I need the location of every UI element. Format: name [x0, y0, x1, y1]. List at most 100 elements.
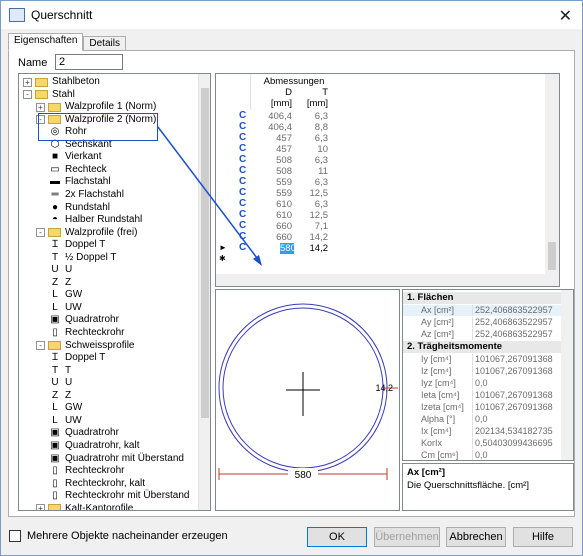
- property-section-header[interactable]: 2. Trägheitsmomente: [403, 341, 561, 353]
- tab-eigenschaften[interactable]: Eigenschaften: [8, 33, 84, 51]
- tree-item[interactable]: ▣ Quadratrohr, kalt: [49, 440, 139, 452]
- cell-t[interactable]: 6,3: [296, 133, 328, 144]
- tree-item[interactable]: T ½ Doppel T: [49, 252, 117, 264]
- table-row[interactable]: C 508 11: [216, 165, 556, 177]
- tree-item[interactable]: ▣ Quadratrohr mit Überstand: [49, 453, 184, 465]
- properties-grid[interactable]: 1. Flächen Ax [cm²] 252,406863522957 Ay [cm…: [402, 289, 574, 461]
- property-row[interactable]: Cm [cm⁶] 0,0: [403, 450, 561, 460]
- tree-item[interactable]: ═ 2x Flachstahl: [49, 189, 123, 201]
- table-row[interactable]: ► C 580 14,2: [216, 242, 556, 254]
- ok-button[interactable]: OK: [307, 527, 367, 547]
- property-row[interactable]: Ax [cm²] 252,406863522957: [403, 305, 561, 316]
- cell-d[interactable]: 559: [256, 188, 292, 199]
- tree-item[interactable]: - Walzprofile (frei): [36, 227, 137, 239]
- property-row[interactable]: Iz [cm⁴] 101067,267091368: [403, 366, 561, 377]
- table-row[interactable]: C 406,4 6,3: [216, 110, 556, 122]
- tree-item[interactable]: ▣ Quadratrohr: [49, 427, 119, 439]
- table-row[interactable]: C 559 6,3: [216, 176, 556, 188]
- cell-d[interactable]: 406,4: [256, 122, 292, 133]
- cell-t[interactable]: 12,5: [296, 188, 329, 199]
- tree-item[interactable]: ▬ Flachstahl: [49, 176, 111, 188]
- table-row[interactable]: C 457 6,3: [216, 132, 556, 144]
- collapse-icon[interactable]: -: [36, 228, 45, 238]
- tree-item[interactable]: ▯ Rechteckrohr: [49, 465, 124, 477]
- table-row[interactable]: C 508 6,3: [216, 154, 556, 166]
- cell-t[interactable]: 6,3: [296, 155, 328, 166]
- cell-d[interactable]: 610: [256, 210, 292, 221]
- cell-t[interactable]: 11: [296, 166, 328, 177]
- cell-d[interactable]: 660: [256, 232, 292, 243]
- property-row[interactable]: Izeta [cm⁴] 101067,267091368: [403, 402, 561, 413]
- expand-icon[interactable]: +: [23, 77, 32, 87]
- tree-item[interactable]: L GW: [49, 289, 82, 301]
- property-row[interactable]: KorIx 0,50403099436695: [403, 438, 561, 449]
- table-row[interactable]: C 610 6,3: [216, 198, 556, 210]
- cell-d[interactable]: 457: [256, 133, 292, 144]
- tree-item[interactable]: ZZ: [49, 390, 71, 402]
- tree-scroll-thumb[interactable]: [201, 88, 209, 418]
- grid-hscrollbar[interactable]: [216, 274, 559, 286]
- property-row[interactable]: Alpha [°] 0,0: [403, 414, 561, 425]
- props-scrollbar[interactable]: [561, 290, 573, 460]
- cell-d[interactable]: 508: [256, 166, 292, 177]
- expand-icon[interactable]: +: [36, 102, 45, 112]
- name-input[interactable]: 2: [55, 54, 123, 70]
- property-row[interactable]: Ix [cm⁴] 202134,534182735: [403, 426, 561, 437]
- property-row[interactable]: Ay [cm²] 252,406863522957: [403, 317, 561, 328]
- cell-t[interactable]: 12,5: [296, 210, 329, 221]
- property-section-header[interactable]: 1. Flächen: [403, 292, 561, 304]
- cell-t[interactable]: 8,8: [296, 122, 328, 133]
- close-icon[interactable]: ✕: [559, 6, 572, 26]
- property-row[interactable]: Iyz [cm⁴] 0,0: [403, 378, 561, 389]
- cell-t[interactable]: 14,2: [296, 232, 329, 243]
- cell-t[interactable]: 6,3: [296, 111, 328, 122]
- help-button[interactable]: Hilfe: [513, 527, 573, 547]
- cell-t[interactable]: 6,3: [296, 177, 328, 188]
- cancel-button[interactable]: Abbrechen: [446, 527, 506, 547]
- multi-create-checkbox-row[interactable]: Mehrere Objekte nacheinander erzeugen: [9, 530, 228, 542]
- dimensions-grid[interactable]: Abmessungen D T [mm] [mm] C 406,4 6,3 C 406,…: [215, 73, 560, 287]
- property-row[interactable]: Iy [cm⁴] 101067,267091368: [403, 354, 561, 365]
- tree-item[interactable]: ▣ Quadratrohr: [49, 314, 119, 326]
- tree-item[interactable]: L UW: [49, 415, 81, 427]
- table-row[interactable]: C 610 12,5: [216, 209, 556, 221]
- multi-create-checkbox[interactable]: [9, 530, 21, 542]
- table-row[interactable]: C 406,4 8,8: [216, 121, 556, 133]
- tree-item[interactable]: ◓ Halber Rundstahl: [49, 214, 142, 226]
- tree-item[interactable]: Ɪ Doppel T: [49, 352, 105, 364]
- cell-d[interactable]: 580: [280, 243, 296, 254]
- tree-item[interactable]: ● Rundstahl: [49, 202, 110, 214]
- tree-item[interactable]: Ɪ Doppel T: [49, 239, 105, 251]
- tree-scrollbar[interactable]: [198, 74, 210, 510]
- tab-details[interactable]: Details: [83, 36, 126, 51]
- table-row[interactable]: C 660 14,2: [216, 231, 556, 243]
- table-row[interactable]: C 559 12,5: [216, 187, 556, 199]
- cell-t[interactable]: 7,1: [296, 221, 328, 232]
- cell-d[interactable]: 660: [256, 221, 292, 232]
- cell-t[interactable]: 10: [296, 144, 328, 155]
- tree-item[interactable]: UU: [49, 264, 72, 276]
- collapse-icon[interactable]: -: [23, 90, 32, 100]
- tree-item[interactable]: ■ Vierkant: [49, 151, 102, 163]
- cell-t[interactable]: 14,2: [296, 243, 329, 254]
- tree-item[interactable]: UU: [49, 377, 72, 389]
- expand-icon[interactable]: +: [36, 504, 45, 510]
- tree-item[interactable]: TT: [49, 365, 71, 377]
- apply-button[interactable]: Übernehmen: [374, 527, 440, 547]
- cell-t[interactable]: 6,3: [296, 199, 328, 210]
- tree-item[interactable]: L UW: [49, 302, 81, 314]
- tree-item[interactable]: + Walzprofile 1 (Norm): [36, 101, 156, 113]
- cell-d[interactable]: 406,4: [256, 111, 292, 122]
- cell-d[interactable]: 508: [256, 155, 292, 166]
- tree-item[interactable]: ZZ: [49, 277, 71, 289]
- cell-d[interactable]: 559: [256, 177, 292, 188]
- tree-item[interactable]: ▯ Rechteckrohr: [49, 327, 124, 339]
- tree-item[interactable]: + Stahlbeton: [23, 76, 100, 88]
- table-row[interactable]: C 660 7,1: [216, 220, 556, 232]
- tree-item[interactable]: L GW: [49, 402, 82, 414]
- tree-item[interactable]: - Schweissprofile: [36, 340, 134, 352]
- tree-item[interactable]: ▯ Rechteckrohr mit Überstand: [49, 490, 189, 502]
- tree-item[interactable]: ▭ Rechteck: [49, 164, 106, 176]
- tree-item[interactable]: ▯ Rechteckrohr, kalt: [49, 478, 145, 490]
- tree-item[interactable]: + Kalt-Kantorofile: [36, 503, 133, 510]
